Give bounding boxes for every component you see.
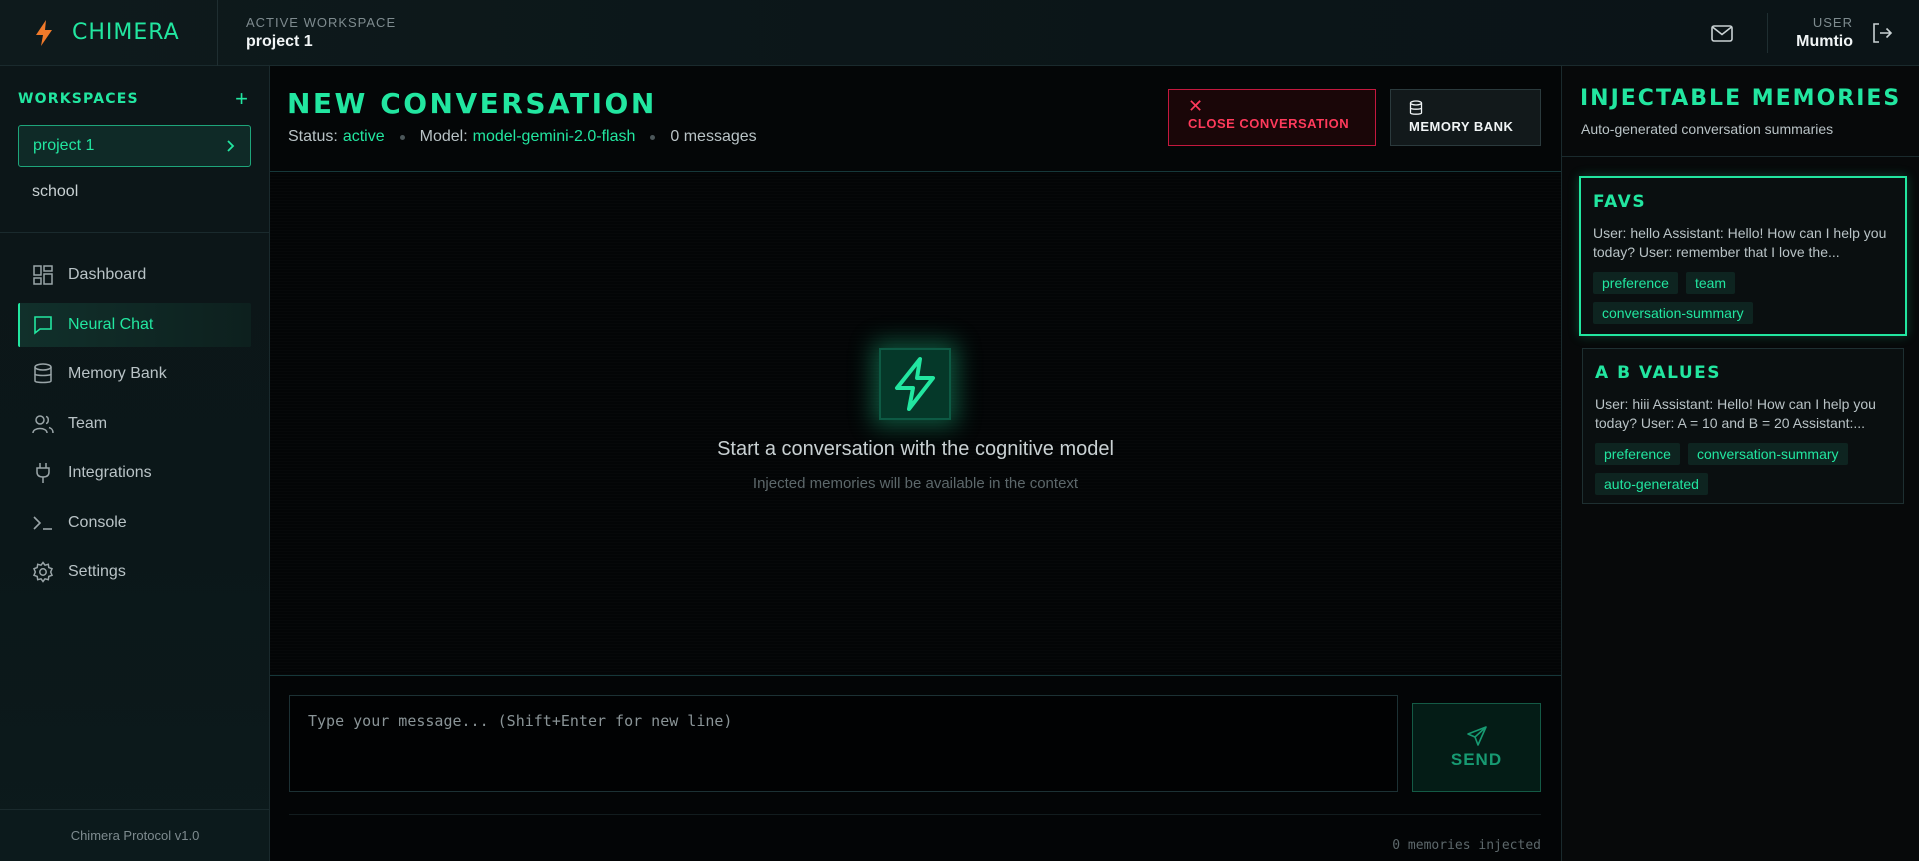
mail-button[interactable] (1709, 23, 1735, 43)
close-icon: ✕ (1188, 96, 1204, 116)
nav-item-label: Dashboard (68, 266, 147, 283)
memories-panel-title: INJECTABLE MEMORIES (1580, 86, 1902, 111)
divider (1767, 13, 1769, 53)
empty-state-subtitle: Injected memories will be available in t… (752, 475, 1079, 492)
workspace-item-school[interactable]: school (32, 183, 78, 201)
memories-panel-header: INJECTABLE MEMORIES Auto-generated conve… (1562, 66, 1919, 157)
tag-badge: conversation-summary (1593, 302, 1753, 324)
tag-badge: auto-generated (1595, 473, 1708, 495)
tag-badge: conversation-summary (1687, 443, 1848, 465)
chat-icon (32, 314, 54, 336)
sidebar: WORKSPACES + project 1 school Dashboard … (0, 66, 270, 861)
memory-bank-label: MEMORY BANK (1409, 119, 1514, 134)
nav-item-settings[interactable]: Settings (18, 550, 251, 594)
memories-panel-subtitle: Auto-generated conversation summaries (1581, 121, 1834, 137)
workspace-item-label: project 1 (33, 137, 95, 154)
tag-badge: preference (1593, 272, 1678, 294)
version-footer: Chimera Protocol v1.0 (0, 809, 270, 861)
separator-dot (650, 134, 656, 140)
memories-panel: INJECTABLE MEMORIES Auto-generated conve… (1561, 66, 1919, 861)
user-info: USER Mumtio (1796, 15, 1853, 51)
message-composer: SEND 0 memories injected (270, 675, 1561, 861)
close-conversation-button[interactable]: ✕ CLOSE CONVERSATION (1168, 89, 1376, 146)
memory-card-a-b-values[interactable]: A B VALUES User: hiii Assistant: Hello! … (1582, 348, 1904, 504)
status-label: Status: (288, 128, 338, 145)
memories-injected-count: 0 memories injected (1392, 838, 1541, 853)
brand-name: CHIMERA (72, 20, 180, 45)
active-workspace-name: project 1 (246, 32, 313, 50)
logout-button[interactable] (1869, 20, 1895, 46)
chat-messages-area[interactable]: Start a conversation with the cognitive … (270, 173, 1561, 675)
brand[interactable]: CHIMERA (0, 0, 218, 66)
nav-item-label: Memory Bank (68, 365, 167, 382)
nav-item-neural-chat[interactable]: Neural Chat (18, 302, 251, 347)
chat-main: NEW CONVERSATION Status: active Model: m… (270, 66, 1561, 861)
user-name: Mumtio (1796, 33, 1853, 50)
nav-item-label: Settings (68, 563, 126, 580)
memory-card-tags: preference conversation-summary auto-gen… (1595, 443, 1891, 503)
model-value: model-gemini-2.0-flash (472, 128, 636, 145)
active-workspace-label: ACTIVE WORKSPACE (246, 14, 397, 30)
database-icon (32, 363, 54, 385)
memory-card-summary: User: hiii Assistant: Hello! How can I h… (1595, 396, 1876, 431)
workspace-item-project-1[interactable]: project 1 (18, 125, 251, 167)
memory-card-tags: preference team conversation-summary (1593, 272, 1893, 332)
memory-card-title: A B VALUES (1595, 363, 1721, 383)
model-label: Model: (419, 128, 468, 145)
active-workspace: ACTIVE WORKSPACE project 1 (246, 15, 396, 51)
message-input[interactable] (289, 695, 1398, 792)
conversation-title: NEW CONVERSATION (287, 87, 657, 120)
nav-item-integrations[interactable]: Integrations (18, 451, 251, 495)
conversation-meta: Status: active Model: model-gemini-2.0-f… (288, 128, 757, 146)
nav-item-dashboard[interactable]: Dashboard (18, 253, 251, 297)
send-button[interactable]: SEND (1412, 703, 1541, 792)
nav-item-team[interactable]: Team (18, 402, 251, 446)
top-bar: CHIMERA ACTIVE WORKSPACE project 1 USER … (0, 0, 1919, 66)
tag-badge: preference (1595, 443, 1680, 465)
nav-item-memory-bank[interactable]: Memory Bank (18, 352, 251, 396)
memory-card-summary: User: hello Assistant: Hello! How can I … (1593, 225, 1887, 260)
terminal-icon (32, 512, 54, 534)
separator-dot (399, 134, 405, 140)
send-icon (1466, 726, 1487, 746)
gear-icon (32, 561, 54, 583)
users-icon (32, 413, 54, 435)
add-workspace-button[interactable]: + (235, 88, 248, 110)
send-label: SEND (1450, 750, 1503, 769)
memory-card-title: FAVS (1593, 192, 1647, 212)
tag-badge: team (1685, 272, 1736, 294)
nav-item-label: Team (68, 414, 108, 432)
nav-item-label: Integrations (68, 464, 152, 481)
chevron-right-icon (227, 140, 235, 152)
divider (289, 814, 1541, 815)
main-nav: Dashboard Neural Chat Memory Bank Team I… (18, 253, 251, 600)
mail-icon (1711, 24, 1733, 42)
divider (0, 232, 270, 233)
lightning-logo-icon (36, 19, 52, 46)
nav-item-label: Console (68, 513, 127, 531)
conversation-header: NEW CONVERSATION Status: active Model: m… (270, 66, 1561, 172)
plug-icon (32, 462, 54, 484)
memory-bank-button[interactable]: MEMORY BANK (1390, 89, 1541, 146)
logout-icon (1873, 23, 1893, 43)
message-count: 0 messages (670, 128, 757, 145)
nav-item-console[interactable]: Console (18, 501, 251, 545)
status-value: active (342, 128, 385, 145)
lightning-icon (879, 348, 951, 420)
nav-item-label: Neural Chat (68, 315, 154, 333)
database-icon (1409, 100, 1423, 115)
user-label: USER (1812, 15, 1853, 30)
dashboard-icon (32, 264, 54, 286)
workspaces-title: WORKSPACES (18, 91, 139, 107)
empty-state-title: Start a conversation with the cognitive … (717, 438, 1114, 460)
close-conversation-label: CLOSE CONVERSATION (1188, 116, 1350, 131)
memory-card-favs[interactable]: FAVS User: hello Assistant: Hello! How c… (1579, 176, 1907, 336)
